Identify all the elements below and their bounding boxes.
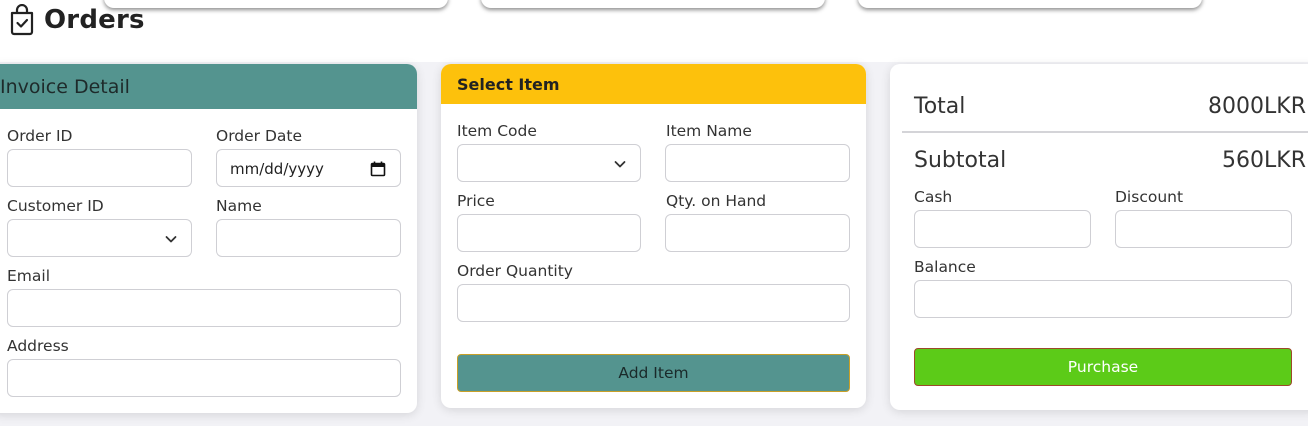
summary-card: Total 8000LKR Subtotal 560LKR Cash Disco… xyxy=(890,64,1308,410)
cash-input[interactable] xyxy=(914,210,1091,248)
cash-label: Cash xyxy=(914,188,953,206)
address-label: Address xyxy=(7,337,69,355)
order-quantity-input[interactable] xyxy=(457,284,850,322)
invoice-detail-header: Invoice Detail xyxy=(0,64,417,109)
item-code-label: Item Code xyxy=(457,122,537,140)
summary-card-3 xyxy=(858,0,1202,8)
order-date-placeholder: mm/dd/yyyy xyxy=(230,160,324,178)
order-date-input[interactable]: mm/dd/yyyy xyxy=(216,149,401,187)
customer-id-select[interactable] xyxy=(7,219,192,257)
email-label: Email xyxy=(7,267,51,285)
total-value: 8000LKR xyxy=(1208,94,1306,119)
name-input[interactable] xyxy=(216,219,401,257)
balance-label: Balance xyxy=(914,258,976,276)
calendar-icon[interactable] xyxy=(370,161,386,177)
select-item-card: Select Item Item Code Item Name Price Qt… xyxy=(441,64,866,408)
summary-card-2 xyxy=(481,0,825,8)
order-id-label: Order ID xyxy=(7,127,73,145)
page-header: Orders xyxy=(8,4,145,36)
name-label: Name xyxy=(216,197,262,215)
discount-label: Discount xyxy=(1115,188,1184,206)
shopping-bag-icon xyxy=(10,4,34,36)
invoice-detail-card: Invoice Detail Order ID Order Date mm/dd… xyxy=(0,64,417,413)
order-date-label: Order Date xyxy=(216,127,303,145)
select-item-header: Select Item xyxy=(441,64,866,104)
item-code-select[interactable] xyxy=(457,144,641,182)
select-item-title: Select Item xyxy=(457,74,560,94)
total-label: Total xyxy=(914,94,966,119)
price-label: Price xyxy=(457,192,495,210)
add-item-button[interactable]: Add Item xyxy=(457,354,850,392)
add-item-button-label: Add Item xyxy=(618,364,689,382)
qty-on-hand-label: Qty. on Hand xyxy=(666,192,767,210)
top-strip xyxy=(0,0,1308,62)
purchase-button[interactable]: Purchase xyxy=(914,348,1292,386)
discount-input[interactable] xyxy=(1115,210,1292,248)
subtotal-value: 560LKR xyxy=(1222,148,1306,173)
order-quantity-label: Order Quantity xyxy=(457,262,573,280)
address-input[interactable] xyxy=(7,359,401,397)
item-name-label: Item Name xyxy=(666,122,752,140)
qty-on-hand-input[interactable] xyxy=(665,214,850,252)
email-input[interactable] xyxy=(7,289,401,327)
subtotal-label: Subtotal xyxy=(914,148,1007,173)
chevron-down-icon xyxy=(614,161,626,168)
summary-card-1 xyxy=(104,0,448,8)
page-title: Orders xyxy=(44,5,145,35)
price-input[interactable] xyxy=(457,214,641,252)
invoice-detail-title: Invoice Detail xyxy=(0,75,130,98)
chevron-down-icon xyxy=(165,236,177,243)
balance-input[interactable] xyxy=(914,280,1292,318)
item-name-input[interactable] xyxy=(665,144,850,182)
purchase-button-label: Purchase xyxy=(1067,358,1139,376)
customer-id-label: Customer ID xyxy=(7,197,104,215)
summary-divider xyxy=(902,131,1308,133)
order-id-input[interactable] xyxy=(7,149,192,187)
